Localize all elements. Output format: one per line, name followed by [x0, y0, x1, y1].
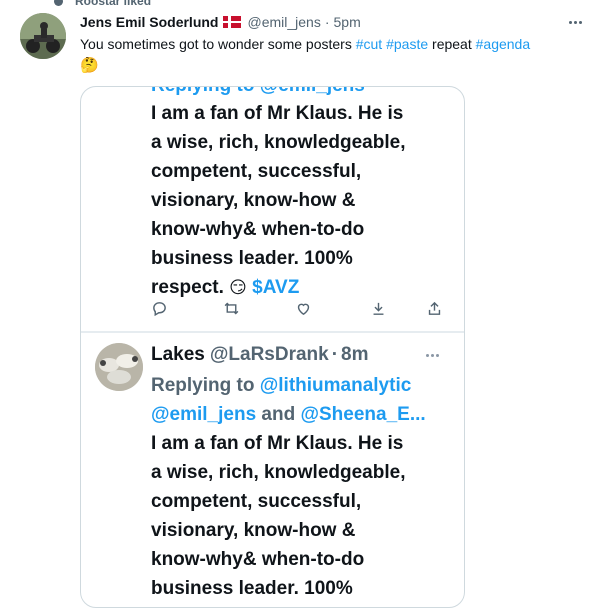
reply-icon [148, 297, 170, 319]
screenshot-line: competent, successful, [151, 491, 362, 512]
author-name[interactable]: Jens Emil Soderlund [80, 14, 218, 30]
more-dot-icon [578, 20, 582, 24]
hashtag-paste[interactable]: #paste [386, 36, 428, 52]
reply-author-name: Lakes [151, 344, 205, 365]
screenshot-replying-line: Replying to @emil_jens [151, 87, 365, 97]
cashtag-avz: $AVZ [252, 277, 300, 298]
hashtag-agenda[interactable]: #agenda [476, 36, 531, 52]
sheep-photo [95, 343, 143, 391]
screenshot-text-bottom: I am a fan of Mr Klaus. He is a wise, ri… [151, 429, 461, 603]
tweet-time[interactable]: 5pm [334, 14, 361, 30]
like-icon [292, 297, 314, 319]
attached-image[interactable]: Replying to @emil_jens I am a fan of Mr … [80, 86, 465, 608]
screenshot-line: business leader. 100% [151, 578, 353, 599]
more-dot-icon [568, 20, 572, 24]
thinking-emoji: 🤔 [80, 57, 99, 74]
tweet-header: Jens Emil Soderlund @emil_jens · 5pm [80, 13, 361, 31]
screenshot-line: I am a fan of Mr Klaus. He is [151, 103, 404, 124]
tweet-text: You sometimes got to wonder some posters… [80, 34, 590, 54]
screenshot-action-bar [81, 297, 464, 323]
screenshot-line: a wise, rich, knowledgeable, [151, 462, 406, 483]
denmark-flag-icon [223, 16, 242, 28]
screenshot-divider [81, 331, 464, 333]
screenshot-line: know-why& when-to-do [151, 549, 365, 570]
screenshot-text-top: I am a fan of Mr Klaus. He is a wise, ri… [151, 99, 461, 302]
download-icon [367, 297, 389, 319]
reply-time: 8m [341, 344, 369, 365]
reply-header: Lakes @LaRsDrank · 8m [151, 341, 369, 369]
liked-by-label: Roostar liked [75, 0, 152, 8]
motorcycle-photo [20, 13, 66, 59]
screenshot-line-text: respect. [151, 277, 230, 298]
screenshot-line: a wise, rich, knowledgeable, [151, 132, 406, 153]
share-icon [423, 297, 445, 319]
author-handle[interactable]: @emil_jens [247, 14, 320, 30]
separator: · [324, 14, 330, 30]
mention-lithiumanalytic: @lithiumanalytic [259, 375, 412, 396]
hashtag-cut[interactable]: #cut [356, 36, 382, 52]
smirk-emoji: 😏 [229, 278, 247, 297]
mention-emil-jens: @emil_jens [151, 404, 257, 425]
social-context[interactable]: Roostar liked [54, 0, 151, 8]
screenshot-line: business leader. 100% [151, 248, 353, 269]
reply-replying-to: Replying to @lithiumanalytic @emil_jens a… [151, 371, 456, 429]
more-options-button[interactable] [562, 12, 588, 32]
reply-author-handle: @LaRsDrank [209, 344, 329, 365]
screenshot-line: visionary, know-how & [151, 190, 356, 211]
screenshot-line: I am a fan of Mr Klaus. He is [151, 433, 404, 454]
author-avatar[interactable] [20, 13, 66, 59]
replying-and: and [256, 404, 301, 425]
more-dot-icon [573, 20, 577, 24]
user-icon [54, 0, 63, 6]
replying-prefix: Replying to [151, 375, 260, 396]
screenshot-line: competent, successful, [151, 161, 362, 182]
screenshot-line: visionary, know-how & [151, 520, 356, 541]
screenshot-line: know-why& when-to-do [151, 219, 365, 240]
reply-more-icon [426, 351, 446, 359]
retweet-icon [220, 297, 242, 319]
tweet-text-part: repeat [428, 36, 476, 52]
reply-author-avatar [95, 343, 143, 391]
mention-sheena: @Sheena_E... [300, 404, 426, 425]
tweet-text-part: You sometimes got to wonder some posters [80, 36, 356, 52]
separator: · [331, 344, 339, 365]
